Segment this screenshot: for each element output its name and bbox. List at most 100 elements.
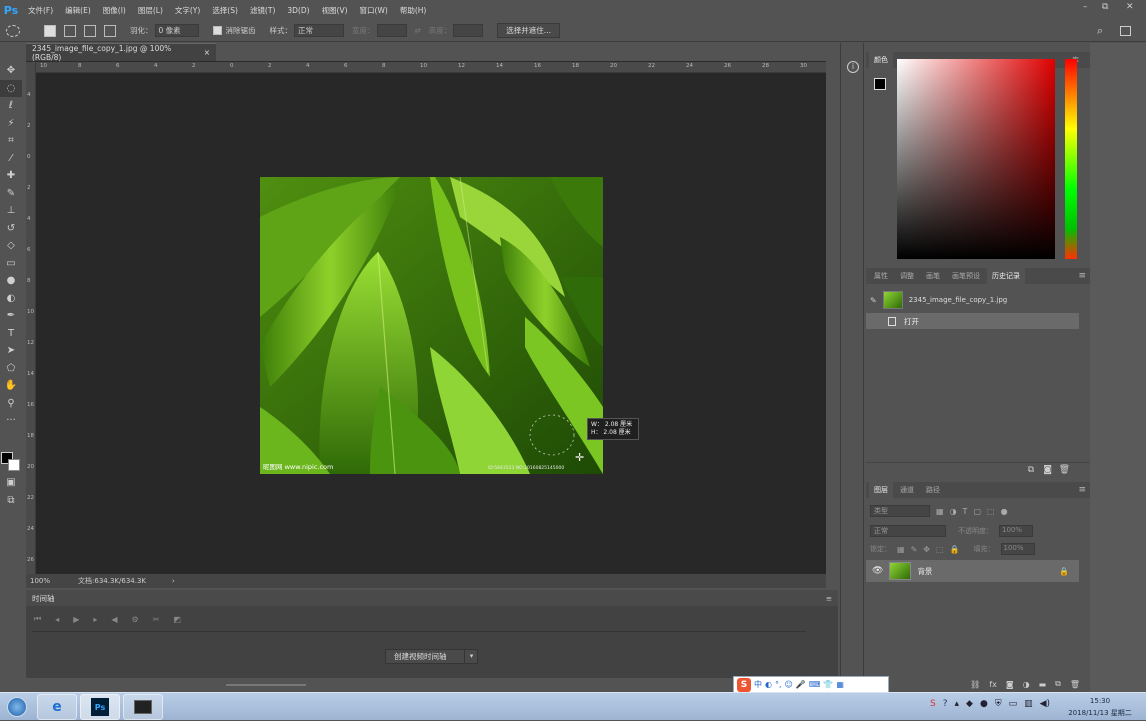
pixel-filter-icon[interactable]: ▦ xyxy=(936,507,944,516)
workspace-icon[interactable] xyxy=(1120,25,1131,36)
timeline-dropdown-button[interactable]: ▾ xyxy=(464,649,478,664)
menu-view[interactable]: 视图(V) xyxy=(316,5,354,16)
lock-pixels-icon[interactable]: ▦ xyxy=(897,545,905,554)
adjustment-filter-icon[interactable]: ◑ xyxy=(950,507,957,516)
hue-slider[interactable] xyxy=(1065,59,1077,259)
menu-edit[interactable]: 编辑(E) xyxy=(59,5,97,16)
foreground-color-chip[interactable] xyxy=(874,78,886,90)
healing-brush-tool-icon[interactable]: ✚ xyxy=(0,167,22,185)
menu-help[interactable]: 帮助(H) xyxy=(394,5,433,16)
history-menu-icon[interactable]: ≡ xyxy=(1078,271,1086,281)
menu-layer[interactable]: 图层(L) xyxy=(132,5,169,16)
tray-app-icon[interactable]: ◆ xyxy=(966,699,973,709)
more-tools-icon[interactable]: ··· xyxy=(0,412,22,430)
taskbar-screen-recorder-button[interactable] xyxy=(123,694,163,720)
color-picker-field[interactable] xyxy=(897,59,1055,259)
help-tray-icon[interactable]: ? xyxy=(943,699,948,709)
document-image[interactable]: 昵图网 www.nipic.com ID:5843553 NO:20160825… xyxy=(260,177,603,474)
tab-paths[interactable]: 路径 xyxy=(921,482,945,498)
voice-icon[interactable]: 🎤 xyxy=(796,680,806,689)
layer-style-icon[interactable]: fx xyxy=(989,680,997,689)
start-button[interactable] xyxy=(2,693,32,721)
prev-frame-icon[interactable]: ◂ xyxy=(55,615,59,624)
shape-filter-icon[interactable]: ▢ xyxy=(973,507,981,516)
zoom-level[interactable]: 100% xyxy=(30,577,50,585)
display-tray-icon[interactable]: ▭ xyxy=(1009,699,1018,709)
ellipse-marquee-icon[interactable] xyxy=(6,24,20,37)
new-layer-icon[interactable]: ⧉ xyxy=(1055,679,1061,689)
delete-layer-icon[interactable]: 🗑 xyxy=(1070,680,1080,689)
play-icon[interactable]: ▶ xyxy=(73,615,79,624)
gradient-tool-icon[interactable]: ▭ xyxy=(0,255,22,273)
taskbar-clock[interactable]: 15:30 2018/11/13 星期二 xyxy=(1060,695,1140,721)
intersect-selection-icon[interactable] xyxy=(104,24,116,37)
width-input[interactable] xyxy=(376,24,407,37)
sogou-logo-icon[interactable]: S xyxy=(737,677,751,692)
taskbar-ie-button[interactable]: e xyxy=(37,694,77,720)
tab-brush[interactable]: 画笔 xyxy=(921,268,945,284)
layer-row[interactable]: 👁 背景 🔒 xyxy=(866,560,1079,582)
tray-arrow-icon[interactable]: ▴ xyxy=(955,699,960,709)
trash-icon[interactable]: 🗑 xyxy=(1059,465,1070,475)
background-color-swatch[interactable] xyxy=(8,459,20,471)
subtract-selection-icon[interactable] xyxy=(84,24,96,37)
quick-mask-icon[interactable]: ▣ xyxy=(0,474,22,492)
history-step[interactable]: 打开 xyxy=(866,313,1079,329)
antialias-checkbox[interactable] xyxy=(212,26,222,35)
menu-file[interactable]: 文件(F) xyxy=(22,5,59,16)
history-snapshot[interactable]: ✎ 2345_image_file_copy_1.jpg xyxy=(870,290,1080,310)
lock-artboard-icon[interactable]: ⬚ xyxy=(936,545,944,554)
menu-select[interactable]: 选择(S) xyxy=(206,5,244,16)
tab-channels[interactable]: 通道 xyxy=(895,482,919,498)
toolbox-icon[interactable]: ▦ xyxy=(836,680,844,689)
brush-tool-icon[interactable]: ✎ xyxy=(0,185,22,203)
elliptical-marquee-tool-icon[interactable]: ◌ xyxy=(0,79,22,97)
close-tab-icon[interactable]: × xyxy=(204,48,210,57)
menu-filter[interactable]: 滤镜(T) xyxy=(244,5,281,16)
split-icon[interactable]: ✂ xyxy=(153,615,160,624)
magic-wand-tool-icon[interactable]: ⚡ xyxy=(0,115,22,133)
restore-button[interactable]: ⧉ xyxy=(1102,2,1108,12)
emoji-icon[interactable]: ☺ xyxy=(785,680,793,689)
tab-layers[interactable]: 图层 xyxy=(869,482,893,498)
move-tool-icon[interactable]: ✥ xyxy=(0,62,22,80)
volume-tray-icon[interactable]: ◀) xyxy=(1040,699,1050,709)
eraser-tool-icon[interactable]: ◇ xyxy=(0,237,22,255)
camera-icon[interactable]: ◙ xyxy=(1043,465,1052,475)
keyboard-icon[interactable]: ⌨ xyxy=(809,680,821,689)
audio-icon[interactable]: ◀ xyxy=(111,615,117,624)
group-icon[interactable]: ▬ xyxy=(1039,680,1047,689)
link-layers-icon[interactable]: ⛓ xyxy=(970,680,980,689)
half-width-icon[interactable]: ◐ xyxy=(765,680,772,689)
tab-history[interactable]: 历史记录 xyxy=(987,268,1025,284)
layer-lock-icon[interactable]: 🔒 xyxy=(1059,567,1069,576)
swap-icon[interactable]: ⇄ xyxy=(415,26,421,35)
screen-mode-icon[interactable]: ⧉ xyxy=(0,492,22,510)
punctuation-icon[interactable]: °, xyxy=(775,680,782,689)
menu-type[interactable]: 文字(Y) xyxy=(169,5,206,16)
qq-tray-icon[interactable]: ● xyxy=(980,699,988,709)
first-frame-icon[interactable]: ⏮ xyxy=(34,614,41,624)
new-document-from-state-icon[interactable]: ⧉ xyxy=(1028,465,1034,475)
pen-tool-icon[interactable]: ✒ xyxy=(0,307,22,325)
sogou-tray-icon[interactable]: S xyxy=(930,699,936,709)
close-button[interactable]: ✕ xyxy=(1126,2,1134,12)
search-icon[interactable]: ⌕ xyxy=(1097,24,1103,38)
opacity-input[interactable]: 100% xyxy=(999,525,1033,537)
lock-position-icon[interactable]: ✥ xyxy=(923,545,930,554)
crop-tool-icon[interactable]: ⌗ xyxy=(0,132,22,150)
settings-icon[interactable]: ⚙ xyxy=(132,615,139,624)
tab-properties[interactable]: 属性 xyxy=(869,268,893,284)
ruler-horizontal[interactable]: 10 8 6 4 2 0 2 4 6 8 10 12 14 16 18 20 22 24 26 28 30 xyxy=(36,62,826,73)
timeline-zoom-slider[interactable] xyxy=(226,684,306,686)
type-tool-icon[interactable]: T xyxy=(0,325,22,343)
clone-stamp-tool-icon[interactable]: ⊥ xyxy=(0,202,22,220)
add-selection-icon[interactable] xyxy=(64,24,76,37)
eyedropper-tool-icon[interactable]: ⁄ xyxy=(0,150,22,168)
adjustment-layer-icon[interactable]: ◑ xyxy=(1023,680,1030,689)
tab-brush-presets[interactable]: 画笔预设 xyxy=(947,268,985,284)
skin-icon[interactable]: 👕 xyxy=(823,680,833,689)
lock-all-icon[interactable]: 🔒 xyxy=(950,545,960,554)
brush-source-icon[interactable]: ✎ xyxy=(870,296,877,305)
tab-color[interactable]: 颜色 xyxy=(869,52,893,68)
